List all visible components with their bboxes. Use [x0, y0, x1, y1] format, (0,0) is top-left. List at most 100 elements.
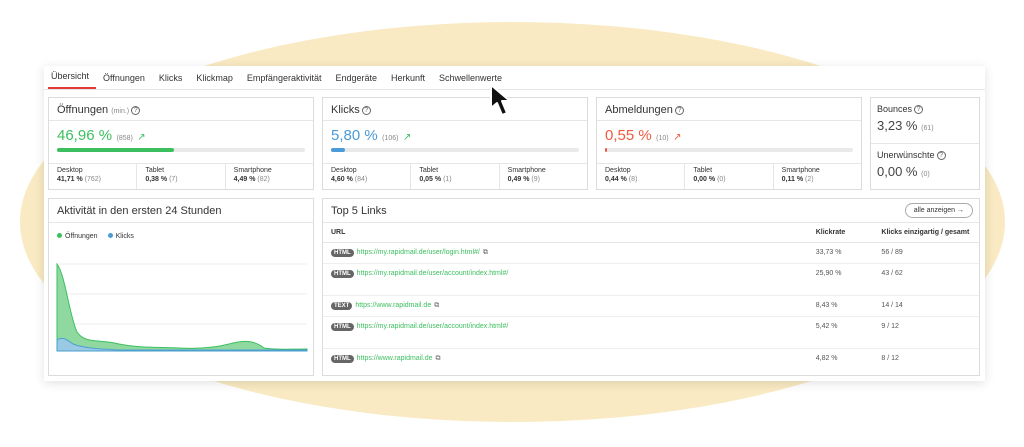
legend-clicks-label: Klicks: [115, 233, 134, 240]
type-badge: HTML: [331, 270, 354, 278]
rate-cell: 25,90 %: [815, 270, 842, 277]
device-value: 4,49 %: [233, 176, 256, 183]
bounces-count: (61): [921, 125, 934, 133]
link-url[interactable]: https://my.rapidmail.de/user/login.html#…: [357, 249, 480, 256]
rate-cell: 8,43 %: [815, 302, 838, 309]
table-row: TEXT https://www.rapidmail.de ⧉ 8,43 % 14 …: [323, 296, 979, 317]
help-icon[interactable]: ?: [674, 105, 684, 115]
trend-up-icon: ↗: [137, 132, 146, 143]
type-badge: HTML: [331, 323, 354, 331]
unsubscribes-value-row: 0,55 % (10) ↗: [597, 121, 861, 145]
device-label: Tablet: [419, 167, 439, 174]
opens-count: (858): [116, 135, 133, 142]
device-smartphone: Smartphone 0,11 % (2): [774, 164, 861, 189]
tab-overview[interactable]: Übersicht: [48, 71, 97, 89]
device-count: (2): [805, 176, 814, 183]
clicks-value-row: 5,80 % (106) ↗: [323, 121, 587, 145]
external-link-icon[interactable]: ⧉: [434, 302, 439, 309]
help-icon[interactable]: ?: [914, 105, 924, 115]
tab-clicks[interactable]: Klicks: [156, 73, 190, 89]
device-desktop: Desktop 0,44 % (8): [597, 164, 686, 189]
clicks-progress-fill: [331, 148, 346, 152]
device-value: 0,05 %: [419, 176, 442, 183]
tab-recipient-activity[interactable]: Empfängeraktivität: [244, 73, 329, 89]
device-label: Desktop: [57, 167, 83, 174]
col-rate: Klickrate: [815, 229, 846, 236]
device-desktop: Desktop 41,71 % (762): [49, 164, 138, 189]
unsubscribes-card: Abmeldungen? 0,55 % (10) ↗ Desktop 0,44 %…: [596, 97, 862, 190]
external-link-icon[interactable]: ⧉: [483, 249, 488, 256]
unwanted-label: Unerwünschte: [877, 150, 935, 160]
col-url: URL: [331, 229, 346, 236]
device-label: Desktop: [605, 167, 631, 174]
clicks-header: Klicks?: [323, 98, 587, 121]
url-cell: TEXT https://www.rapidmail.de ⧉: [331, 302, 816, 310]
unsubscribes-progress: [605, 148, 853, 152]
device-count: (0): [717, 176, 726, 183]
legend-clicks[interactable]: Klicks: [107, 233, 134, 240]
opens-progress-fill: [57, 148, 174, 152]
clicks-value: 5,80 %: [331, 127, 378, 144]
trend-up-icon: ↗: [673, 132, 682, 143]
device-value: 4,60 %: [331, 176, 353, 183]
links-table-header: URL Klickrate Klicks einzigartig / gesam…: [323, 223, 979, 243]
opens-area: [56, 262, 308, 352]
legend-opens-label: Öffnungen: [65, 233, 98, 240]
url-cell: HTML https://my.rapidmail.de/user/account…: [331, 323, 816, 331]
help-icon[interactable]: ?: [936, 151, 946, 161]
link-url[interactable]: https://my.rapidmail.de/user/account/ind…: [357, 270, 509, 277]
col-clicks: Klicks einzigartig / gesamt: [881, 229, 970, 236]
table-row: HTML https://my.rapidmail.de/user/account…: [323, 317, 979, 349]
type-badge: TEXT: [331, 302, 353, 310]
unwanted-count: (0): [921, 171, 930, 179]
device-value: 0,49 %: [507, 176, 530, 183]
link-url[interactable]: https://my.rapidmail.de/user/account/ind…: [357, 323, 509, 330]
legend-dot: [107, 233, 113, 238]
clicks-title: Klicks: [331, 104, 360, 116]
clicks-count: (106): [382, 135, 399, 142]
tab-devices[interactable]: Endgeräte: [332, 73, 384, 89]
unwanted-value: 0,00 %: [877, 164, 918, 180]
clicks-cell: 14 / 14: [881, 302, 903, 309]
unwanted-item: Unerwünschte? 0,00 % (0): [871, 144, 979, 185]
device-value: 0,44 %: [605, 176, 627, 183]
opens-devices: Desktop 41,71 % (762) Tablet 0,38 % (7) Sm…: [49, 163, 313, 189]
tab-opens[interactable]: Öffnungen: [100, 73, 152, 89]
device-smartphone: Smartphone 4,49 % (82): [226, 164, 313, 189]
type-badge: HTML: [331, 249, 354, 257]
legend-opens[interactable]: Öffnungen: [57, 233, 98, 240]
table-row: HTML https://my.rapidmail.de/user/account…: [323, 264, 979, 296]
show-all-label: alle anzeigen: [913, 207, 956, 214]
unsubscribes-value: 0,55 %: [605, 127, 652, 144]
device-count: (8): [628, 176, 638, 183]
device-label: Smartphone: [233, 167, 272, 174]
show-all-button[interactable]: alle anzeigen →: [904, 203, 973, 218]
external-link-icon[interactable]: ⧉: [436, 355, 441, 362]
activity-chart: [56, 262, 308, 352]
opens-card: Öffnungen (min.)? 46,96 % (858) ↗ Deskto…: [48, 97, 314, 190]
unsubscribes-progress-fill: [605, 148, 607, 152]
clicks-card: Klicks? 5,80 % (106) ↗ Desktop 4,60 % (84…: [322, 97, 588, 190]
top-links-card: Top 5 Links alle anzeigen → URL Klickrat…: [322, 198, 980, 376]
tab-clickmap[interactable]: Klickmap: [193, 73, 240, 89]
unwanted-value-row: 0,00 % (0): [877, 164, 973, 179]
device-tablet: Tablet 0,38 % (7): [137, 164, 226, 189]
link-url[interactable]: https://www.rapidmail.de: [355, 302, 431, 309]
bounces-label: Bounces: [877, 104, 913, 114]
device-value: 0,11 %: [781, 176, 804, 183]
link-url[interactable]: https://www.rapidmail.de: [357, 355, 433, 362]
device-desktop: Desktop 4,60 % (84): [323, 164, 412, 189]
clicks-cell: 43 / 62: [881, 270, 903, 277]
rate-cell: 33,73 %: [815, 249, 842, 256]
unsubscribes-header: Abmeldungen?: [597, 98, 861, 121]
rate-cell: 5,42 %: [815, 323, 838, 330]
tab-origin[interactable]: Herkunft: [388, 73, 432, 89]
help-icon[interactable]: ?: [361, 105, 371, 115]
help-icon[interactable]: ?: [131, 105, 141, 115]
bounces-item: Bounces? 3,23 % (61): [871, 98, 979, 144]
device-value: 0,38 %: [145, 176, 168, 183]
device-smartphone: Smartphone 0,49 % (9): [500, 164, 587, 189]
table-row: HTML https://my.rapidmail.de/user/login.h…: [323, 243, 979, 264]
opens-header: Öffnungen (min.)?: [49, 98, 313, 121]
device-count: (7): [169, 176, 178, 183]
